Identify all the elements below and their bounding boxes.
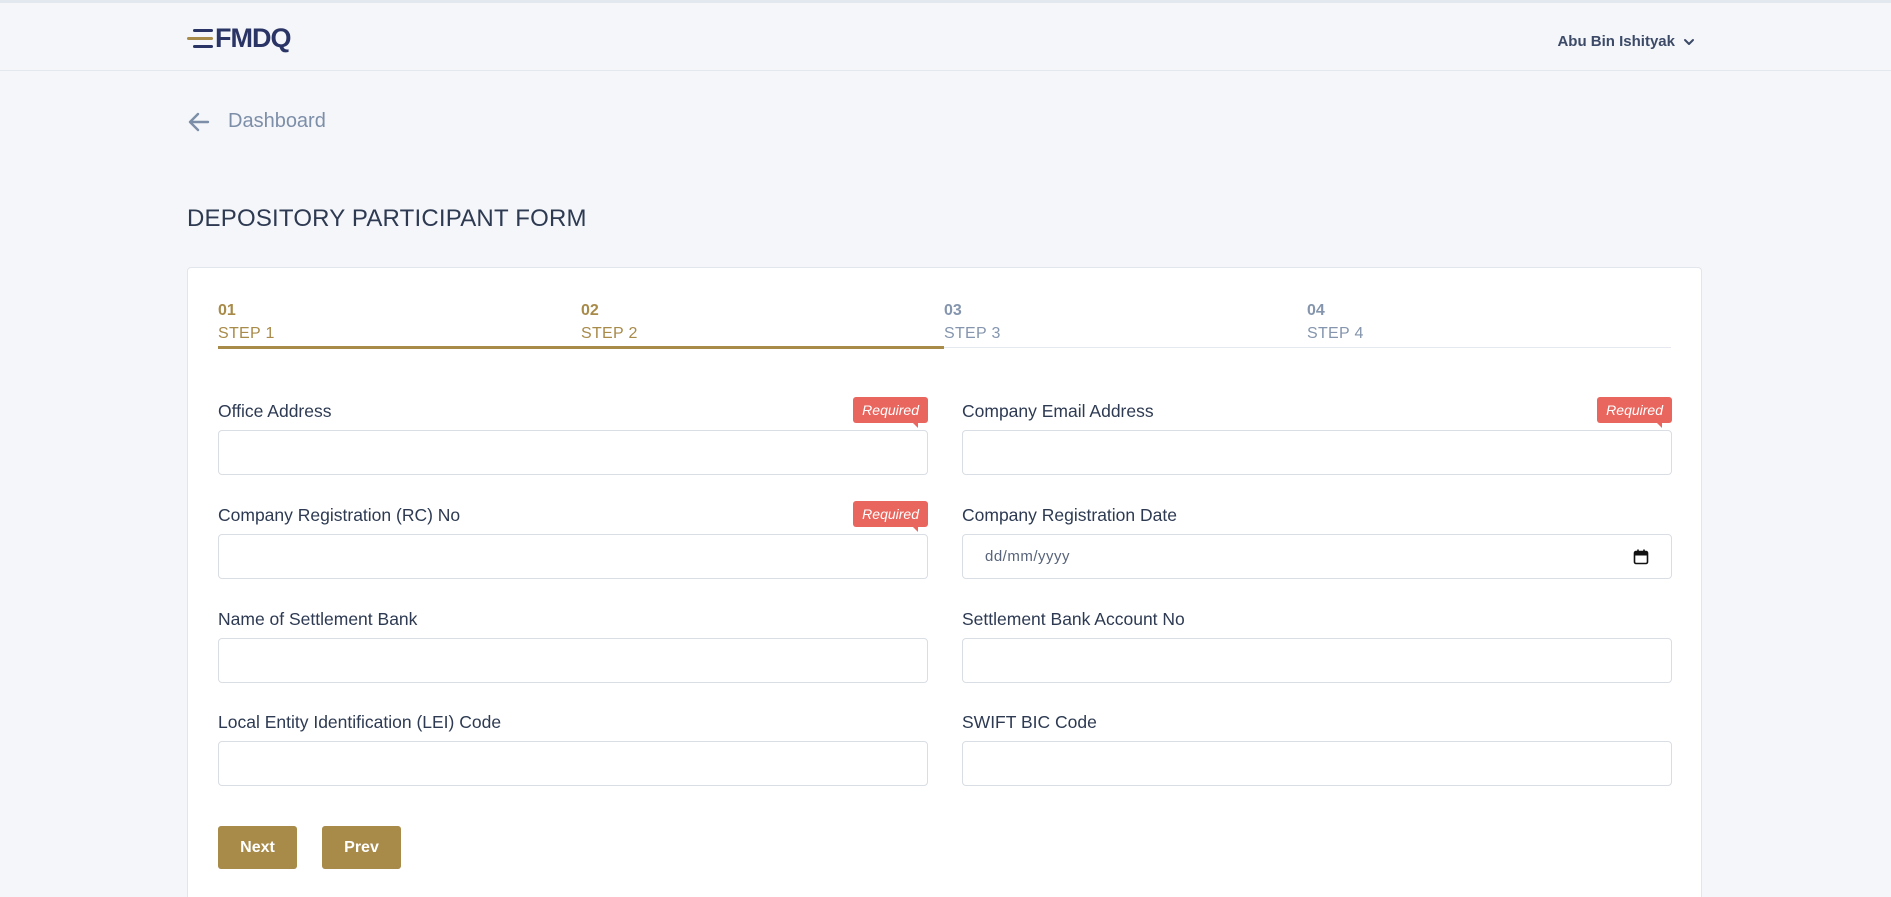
step-1-tab[interactable]: 01 STEP 1 <box>218 302 581 349</box>
lei-code-input[interactable] <box>218 741 928 786</box>
settlement-bank-input[interactable] <box>218 638 928 683</box>
top-bar: FMDQ Abu Bin Ishityak <box>0 0 1891 71</box>
settlement-account-label: Settlement Bank Account No <box>962 609 1185 629</box>
required-badge: Required <box>853 397 928 428</box>
next-button[interactable]: Next <box>218 826 297 869</box>
step-label: STEP 4 <box>1307 325 1364 342</box>
required-badge: Required <box>1597 397 1672 428</box>
step-2-tab[interactable]: 02 STEP 2 <box>581 302 944 349</box>
settlement-account-group: Settlement Bank Account No <box>962 607 1672 683</box>
logo-mark-icon <box>187 28 213 48</box>
logo-text: FMDQ <box>215 22 291 53</box>
registration-date-label: Company Registration Date <box>962 505 1177 525</box>
arrow-left-icon <box>188 112 210 131</box>
swift-code-group: SWIFT BIC Code <box>962 710 1672 786</box>
registration-date-group: Company Registration Date dd/mm/yyyy <box>962 503 1672 579</box>
office-address-input[interactable] <box>218 430 928 475</box>
step-3-tab[interactable]: 03 STEP 3 <box>944 302 1307 347</box>
back-label: Dashboard <box>228 110 326 132</box>
fmdq-logo[interactable]: FMDQ <box>187 21 291 55</box>
registration-date-input[interactable]: dd/mm/yyyy <box>962 534 1672 579</box>
back-to-dashboard-link[interactable]: Dashboard <box>188 110 326 133</box>
settlement-bank-label: Name of Settlement Bank <box>218 609 418 629</box>
calendar-icon[interactable] <box>1633 549 1649 565</box>
chevron-down-icon <box>1684 38 1694 45</box>
settlement-bank-group: Name of Settlement Bank <box>218 607 928 683</box>
lei-code-label: Local Entity Identification (LEI) Code <box>218 712 502 732</box>
user-name: Abu Bin Ishityak <box>1557 33 1675 50</box>
rc-no-input[interactable] <box>218 534 928 579</box>
step-4-tab[interactable]: 04 STEP 4 <box>1307 302 1670 347</box>
office-address-label: Office Address <box>218 401 332 421</box>
lei-code-group: Local Entity Identification (LEI) Code <box>218 710 928 786</box>
company-email-group: Company Email Address Required <box>962 397 1672 475</box>
step-label: STEP 3 <box>944 325 1001 342</box>
company-email-label: Company Email Address <box>962 401 1154 421</box>
settlement-account-input[interactable] <box>962 638 1672 683</box>
company-email-input[interactable] <box>962 430 1672 475</box>
swift-code-label: SWIFT BIC Code <box>962 712 1097 732</box>
step-number: 02 <box>581 302 599 319</box>
step-number: 03 <box>944 302 962 319</box>
date-placeholder: dd/mm/yyyy <box>985 548 1071 565</box>
office-address-group: Office Address Required <box>218 397 928 475</box>
page-title: DEPOSITORY PARTICIPANT FORM <box>187 205 587 232</box>
rc-no-group: Company Registration (RC) No Required <box>218 501 928 579</box>
prev-button[interactable]: Prev <box>322 826 401 869</box>
rc-no-label: Company Registration (RC) No <box>218 505 461 525</box>
step-label: STEP 1 <box>218 325 275 342</box>
required-badge: Required <box>853 501 928 532</box>
form-card: 01 STEP 1 02 STEP 2 03 STEP 3 04 STEP 4 … <box>187 267 1702 897</box>
step-number: 01 <box>218 302 236 319</box>
swift-code-input[interactable] <box>962 741 1672 786</box>
step-label: STEP 2 <box>581 325 638 342</box>
step-progress: 01 STEP 1 02 STEP 2 03 STEP 3 04 STEP 4 <box>218 302 1671 349</box>
user-menu[interactable]: Abu Bin Ishityak <box>1557 33 1695 50</box>
step-number: 04 <box>1307 302 1325 319</box>
